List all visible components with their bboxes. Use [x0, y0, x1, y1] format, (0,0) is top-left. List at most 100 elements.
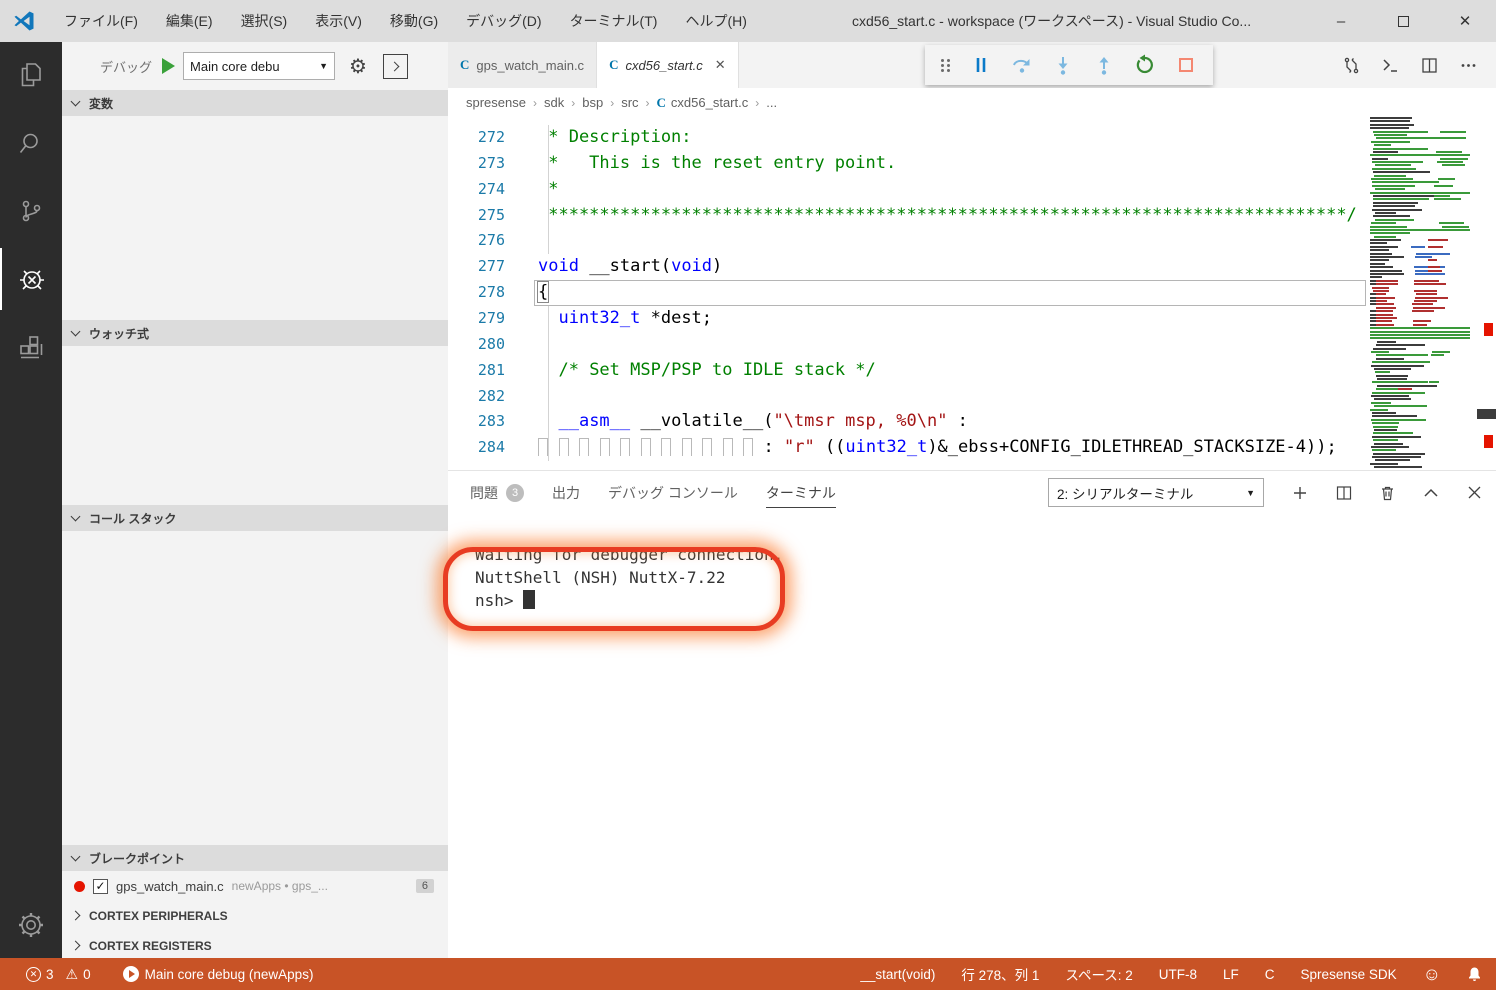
breadcrumb-more[interactable]: ... [766, 95, 777, 110]
eol-status[interactable]: LF [1223, 967, 1239, 982]
source-control-icon[interactable] [0, 180, 62, 242]
debug-settings-gear-icon[interactable]: ⚙ [349, 54, 367, 79]
kill-terminal-icon[interactable] [1380, 485, 1395, 501]
section-breakpoints[interactable]: ブレークポイント [62, 845, 448, 871]
debug-status[interactable]: Main core debug (newApps) [122, 966, 313, 982]
settings-gear-icon[interactable] [0, 894, 62, 956]
close-panel-icon[interactable] [1467, 485, 1482, 500]
minimize-button[interactable]: – [1310, 0, 1372, 42]
drag-grip-icon[interactable] [940, 58, 951, 72]
breadcrumb-item[interactable]: bsp [582, 95, 603, 110]
panel-tabs: 問題 3 出力 デバッグ コンソール ターミナル [448, 477, 864, 513]
chevron-down-icon [70, 326, 81, 336]
debug-config-select[interactable]: Main core debu ▼ [183, 52, 336, 80]
symbol-status[interactable]: __start(void) [860, 967, 935, 982]
sdk-status[interactable]: Spresense SDK [1301, 967, 1397, 982]
search-icon[interactable] [0, 112, 62, 174]
menu-2[interactable]: 選択(S) [227, 0, 302, 42]
chevron-down-icon [70, 511, 81, 521]
open-terminal-icon[interactable] [1382, 57, 1399, 74]
section-callstack[interactable]: コール スタック [62, 505, 448, 531]
chevron-right-icon [70, 940, 81, 951]
code-editor[interactable]: 272 * Description: 273 * This is the rese… [448, 117, 1496, 470]
line-col-status[interactable]: 行 278、列 1 [961, 964, 1039, 984]
vscode-logo [14, 11, 34, 31]
line-number: 280 [477, 334, 505, 353]
section-cortex-registers[interactable]: CORTEX REGISTERS [62, 931, 448, 960]
indentation-status[interactable]: スペース: 2 [1065, 964, 1132, 984]
close-button[interactable]: ✕ [1434, 0, 1496, 42]
open-changes-icon[interactable] [1343, 57, 1360, 74]
breakpoint-checkbox[interactable]: ✓ [93, 878, 108, 894]
feedback-smiley-icon[interactable]: ☺ [1423, 964, 1441, 985]
menu-0[interactable]: ファイル(F) [50, 0, 152, 42]
new-terminal-icon[interactable] [1292, 485, 1308, 501]
code-line-276: 276 [448, 228, 1496, 254]
editor-tab-cxd56_start.c[interactable]: Ccxd56_start.c ✕ [597, 42, 739, 88]
editor-tab-gps_watch_main.c[interactable]: Cgps_watch_main.c [448, 42, 598, 88]
encoding-status[interactable]: UTF-8 [1159, 967, 1197, 982]
maximize-button[interactable] [1372, 0, 1434, 42]
section-watch[interactable]: ウォッチ式 [62, 320, 448, 346]
panel-tab-デバッグ コンソール[interactable]: デバッグ コンソール [608, 483, 738, 507]
step-into-button[interactable] [1052, 54, 1074, 76]
stop-button[interactable] [1175, 54, 1197, 76]
bottom-panel: 問題 3 出力 デバッグ コンソール ターミナル 2: シリアルターミナル ▼ Wait… [443, 470, 1496, 958]
more-actions-icon[interactable] [1460, 57, 1477, 74]
section-cortex-peripherals[interactable]: CORTEX PERIPHERALS [62, 901, 448, 930]
maximize-icon [1397, 15, 1409, 27]
panel-tab-問題[interactable]: 問題 3 [470, 483, 524, 507]
minimap[interactable] [1368, 117, 1480, 470]
step-over-button[interactable] [1011, 54, 1033, 76]
split-terminal-icon[interactable] [1336, 485, 1352, 501]
explorer-icon[interactable] [0, 44, 62, 106]
breakpoint-dot-icon [74, 880, 85, 892]
start-debug-button[interactable] [162, 58, 176, 74]
step-out-button[interactable] [1093, 54, 1115, 76]
pause-button[interactable] [970, 54, 992, 76]
indent-guide [548, 125, 549, 255]
code-line-275: 275 ************************************… [448, 203, 1496, 229]
warning-icon: ⚠ [65, 965, 79, 982]
code-line-281: 281 /* Set MSP/PSP to IDLE stack */ [448, 358, 1496, 384]
notifications-bell-icon[interactable] [1467, 966, 1482, 982]
maximize-panel-icon[interactable] [1423, 485, 1439, 501]
menu-7[interactable]: ヘルプ(H) [671, 0, 760, 42]
debug-icon[interactable] [0, 248, 62, 310]
language-status[interactable]: C [1265, 967, 1275, 982]
code-line-278: 278{ [448, 280, 1496, 306]
line-number: 278 [477, 283, 505, 302]
chevron-right-icon [70, 910, 81, 921]
tab-label: cxd56_start.c [625, 57, 703, 73]
tab-label: gps_watch_main.c [476, 57, 585, 73]
extensions-icon[interactable] [0, 316, 62, 378]
section-variables[interactable]: 変数 [62, 90, 448, 116]
menu-1[interactable]: 編集(E) [152, 0, 227, 42]
breadcrumb-item[interactable]: src [621, 95, 638, 110]
menu-4[interactable]: 移動(G) [376, 0, 452, 42]
menu-5[interactable]: デバッグ(D) [452, 0, 555, 42]
menu-6[interactable]: ターミナル(T) [556, 0, 672, 42]
debug-controls-toolbar [925, 45, 1213, 85]
menu-3[interactable]: 表示(V) [301, 0, 376, 42]
breakpoint-line-badge: 6 [415, 879, 434, 893]
breadcrumb-item[interactable]: spresense [466, 95, 526, 110]
breadcrumb-item[interactable]: sdk [544, 95, 564, 110]
breadcrumb[interactable]: spresense › sdk › bsp › src › Ccxd56_start.c ›... [448, 88, 1496, 117]
terminal-select[interactable]: 2: シリアルターミナル ▼ [1048, 478, 1264, 507]
panel-tab-出力[interactable]: 出力 [552, 483, 580, 507]
problems-status[interactable]: ✕ 3 ⚠ 0 [26, 966, 91, 983]
dropdown-caret-icon: ▼ [319, 61, 329, 71]
dropdown-caret-icon: ▼ [1246, 487, 1255, 498]
breadcrumb-item[interactable]: cxd56_start.c [671, 95, 748, 110]
breadcrumb-separator: › [610, 95, 615, 110]
panel-tab-ターミナル[interactable]: ターミナル [765, 483, 836, 508]
split-editor-icon[interactable] [1421, 57, 1438, 74]
breakpoint-item[interactable]: ✓ gps_watch_main.c newApps • gps_... 6 [62, 872, 448, 900]
chevron-down-icon [70, 851, 81, 861]
tab-close-icon[interactable]: ✕ [715, 57, 726, 73]
menu-bar: ファイル(F) 編集(E) 選択(S) 表示(V) 移動(G) デバッグ(D) ターミナル(… [50, 0, 761, 42]
debug-console-toggle-icon[interactable] [382, 53, 408, 79]
restart-button[interactable] [1134, 54, 1156, 76]
line-number: 281 [477, 360, 505, 379]
